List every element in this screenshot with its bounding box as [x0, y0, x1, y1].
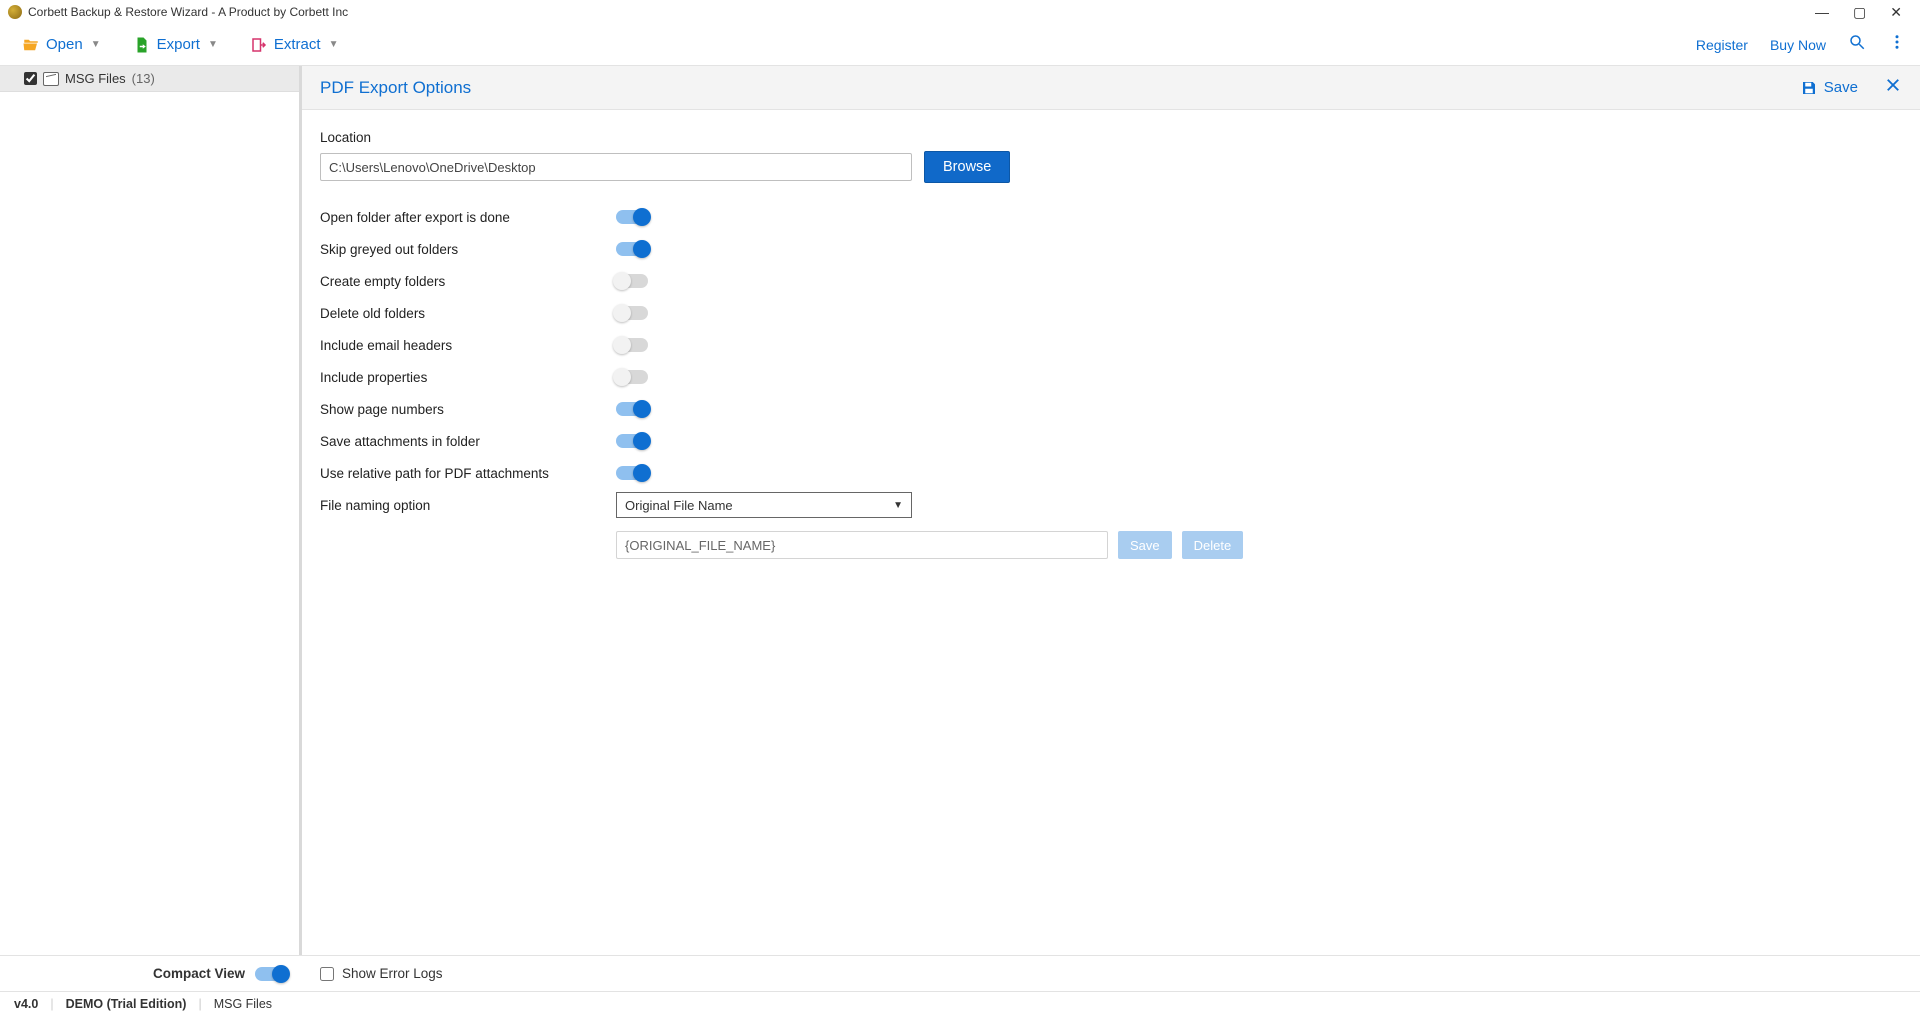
caret-down-icon: ▼ — [208, 39, 218, 50]
option-row: Use relative path for PDF attachments — [320, 457, 1902, 489]
compact-view-row: Compact View — [0, 956, 302, 991]
browse-button[interactable]: Browse — [924, 151, 1010, 183]
pattern-save-button[interactable]: Save — [1118, 531, 1172, 559]
export-icon — [133, 36, 151, 54]
option-label: Save attachments in folder — [320, 434, 616, 449]
panel-title: PDF Export Options — [320, 78, 471, 98]
tree-item-msg-files[interactable]: MSG Files (13) — [0, 66, 299, 92]
search-button[interactable] — [1848, 33, 1866, 56]
window-controls: — ▢ ✕ — [1815, 4, 1912, 21]
folder-open-icon — [22, 36, 40, 54]
option-row: Save attachments in folder — [320, 425, 1902, 457]
panel-close-button[interactable] — [1884, 76, 1902, 99]
compact-view-label: Compact View — [153, 966, 245, 981]
option-row: Include properties — [320, 361, 1902, 393]
close-icon[interactable]: ✕ — [1890, 4, 1902, 21]
option-label: Delete old folders — [320, 306, 616, 321]
location-label: Location — [320, 130, 1902, 145]
pattern-delete-button[interactable]: Delete — [1182, 531, 1244, 559]
main-area: MSG Files (13) PDF Export Options Save L… — [0, 66, 1920, 955]
sidebar: MSG Files (13) — [0, 66, 302, 955]
statusbar: v4.0 | DEMO (Trial Edition) | MSG Files — [0, 991, 1920, 1015]
export-button[interactable]: Export ▼ — [125, 32, 226, 58]
open-button[interactable]: Open ▼ — [14, 32, 109, 58]
option-row: Include email headers — [320, 329, 1902, 361]
bottom-strip: Compact View Show Error Logs — [0, 955, 1920, 991]
maximize-icon[interactable]: ▢ — [1853, 4, 1866, 21]
option-toggle[interactable] — [616, 210, 648, 224]
app-icon — [8, 5, 22, 19]
extract-icon — [250, 36, 268, 54]
form-area: Location Browse Open folder after export… — [302, 110, 1920, 955]
folder-tree: MSG Files (13) — [0, 66, 299, 955]
option-label: Skip greyed out folders — [320, 242, 616, 257]
status-version: v4.0 — [14, 997, 38, 1011]
more-menu-button[interactable] — [1888, 33, 1906, 56]
option-toggle[interactable] — [616, 402, 648, 416]
content-panel: PDF Export Options Save Location Browse … — [302, 66, 1920, 955]
option-label: Show page numbers — [320, 402, 616, 417]
location-input[interactable] — [320, 153, 912, 181]
extract-label: Extract — [274, 36, 321, 53]
titlebar: Corbett Backup & Restore Wizard - A Prod… — [0, 0, 1920, 24]
main-toolbar: Open ▼ Export ▼ Extract ▼ Register Buy N… — [0, 24, 1920, 66]
option-row: Create empty folders — [320, 265, 1902, 297]
option-toggle[interactable] — [616, 242, 648, 256]
extract-button[interactable]: Extract ▼ — [242, 32, 347, 58]
export-label: Export — [157, 36, 200, 53]
option-row: Skip greyed out folders — [320, 233, 1902, 265]
caret-down-icon: ▼ — [329, 39, 339, 50]
show-error-logs-label: Show Error Logs — [342, 966, 443, 981]
option-row: Delete old folders — [320, 297, 1902, 329]
more-vertical-icon — [1888, 33, 1906, 51]
option-toggle[interactable] — [616, 274, 648, 288]
option-label: Include properties — [320, 370, 616, 385]
status-context: MSG Files — [214, 997, 272, 1011]
pattern-input[interactable] — [616, 531, 1108, 559]
file-naming-select[interactable]: Original File Name ▼ — [616, 492, 912, 518]
option-toggle[interactable] — [616, 370, 648, 384]
option-row: Open folder after export is done — [320, 201, 1902, 233]
tree-item-count: (13) — [132, 71, 155, 86]
option-toggle[interactable] — [616, 306, 648, 320]
option-toggle[interactable] — [616, 338, 648, 352]
option-label: Include email headers — [320, 338, 616, 353]
show-error-logs-checkbox[interactable] — [320, 967, 334, 981]
tree-checkbox[interactable] — [24, 72, 37, 85]
file-naming-value: Original File Name — [625, 498, 733, 513]
x-icon — [1884, 76, 1902, 94]
minimize-icon[interactable]: — — [1815, 4, 1829, 21]
tree-item-label: MSG Files — [65, 71, 126, 86]
option-label: Create empty folders — [320, 274, 616, 289]
msg-file-icon — [43, 72, 59, 86]
file-naming-label: File naming option — [320, 498, 616, 513]
option-toggle[interactable] — [616, 434, 648, 448]
caret-down-icon: ▼ — [91, 39, 101, 50]
panel-save-button[interactable]: Save — [1800, 79, 1858, 97]
option-label: Open folder after export is done — [320, 210, 616, 225]
option-toggle[interactable] — [616, 466, 648, 480]
panel-save-label: Save — [1824, 79, 1858, 96]
option-label: Use relative path for PDF attachments — [320, 466, 616, 481]
buy-now-link[interactable]: Buy Now — [1770, 37, 1826, 53]
caret-down-icon: ▼ — [893, 500, 903, 511]
open-label: Open — [46, 36, 83, 53]
status-edition: DEMO (Trial Edition) — [66, 997, 187, 1011]
save-icon — [1800, 79, 1818, 97]
panel-header: PDF Export Options Save — [302, 66, 1920, 110]
register-link[interactable]: Register — [1696, 37, 1748, 53]
compact-view-toggle[interactable] — [255, 967, 287, 981]
window-title: Corbett Backup & Restore Wizard - A Prod… — [28, 5, 348, 19]
option-row: Show page numbers — [320, 393, 1902, 425]
search-icon — [1848, 33, 1866, 51]
